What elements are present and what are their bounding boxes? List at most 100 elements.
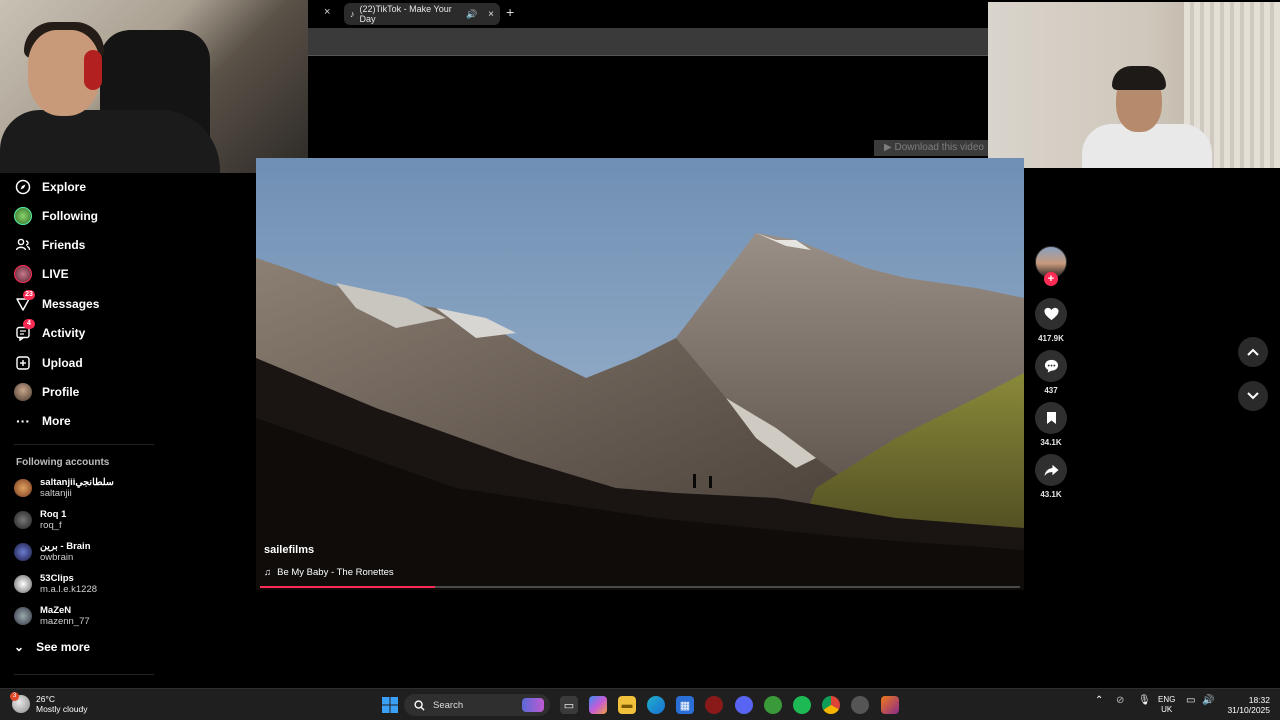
weather-widget[interactable]: 3 26°C Mostly cloudy xyxy=(10,692,88,714)
following-account[interactable]: MaZeN mazenn_77 xyxy=(14,605,90,627)
sidebar-item-label: Friends xyxy=(42,238,86,252)
copilot-icon[interactable] xyxy=(589,696,607,714)
following-account[interactable]: Roq 1 roq_f xyxy=(14,509,66,531)
account-avatar xyxy=(14,511,32,529)
close-previous-tab-icon[interactable]: × xyxy=(324,6,330,18)
account-display-name: Roq 1 xyxy=(40,509,67,520)
account-display-name: 53Clips xyxy=(40,573,74,584)
language-code: ENG xyxy=(1158,695,1176,704)
explore-icon xyxy=(14,178,32,196)
new-tab-button[interactable]: + xyxy=(506,4,514,20)
app-icon[interactable] xyxy=(881,696,899,714)
task-view-icon[interactable]: ▭ xyxy=(560,696,578,714)
clock-date: 31/10/2025 xyxy=(1227,705,1270,715)
account-username: owbrain xyxy=(40,552,74,563)
sidebar-item-label: Upload xyxy=(42,356,83,370)
weather-desc: Mostly cloudy xyxy=(36,704,88,714)
share-button[interactable] xyxy=(1035,454,1067,486)
profile-avatar xyxy=(14,383,32,401)
language-indicator[interactable]: ENG UK xyxy=(1158,695,1175,715)
account-username: m.a.l.e.k1228 xyxy=(40,584,98,595)
screen: × ♪ (22)TikTok - Make Your Day 🔊 × + ▶ D… xyxy=(0,0,1280,720)
close-tab-icon[interactable]: × xyxy=(488,9,494,20)
save-button[interactable] xyxy=(1035,402,1067,434)
next-video-button[interactable] xyxy=(1238,381,1268,411)
discord-icon[interactable] xyxy=(735,696,753,714)
account-avatar xyxy=(14,543,32,561)
comment-button[interactable] xyxy=(1035,350,1067,382)
account-username: mazenn_77 xyxy=(40,616,90,627)
game-app-icon[interactable] xyxy=(705,696,723,714)
cloud-icon: 3 xyxy=(10,692,30,713)
download-video-banner[interactable]: ▶ Download this video xyxy=(874,140,988,156)
settings-gear-icon[interactable] xyxy=(851,696,869,714)
activity-icon: 4 xyxy=(14,319,35,342)
address-bar[interactable] xyxy=(308,28,988,56)
follow-button[interactable]: + xyxy=(1044,272,1058,286)
sidebar-item-friends[interactable]: Friends xyxy=(14,234,85,256)
network-icon[interactable]: ▭ xyxy=(1186,695,1195,706)
sidebar-divider xyxy=(14,674,154,675)
like-button[interactable] xyxy=(1035,298,1067,330)
sidebar-item-live[interactable]: LIVE xyxy=(14,263,69,285)
sidebar-item-profile[interactable]: Profile xyxy=(14,381,79,403)
account-avatar xyxy=(14,575,32,593)
tiktok-tab[interactable]: ♪ (22)TikTok - Make Your Day 🔊 × xyxy=(344,3,500,25)
file-explorer-icon[interactable]: ▬ xyxy=(618,696,636,714)
video-author[interactable]: sailefilms xyxy=(264,544,314,556)
search-icon xyxy=(414,699,425,711)
see-more-button[interactable]: ⌄ See more xyxy=(14,640,90,654)
sidebar-item-messages[interactable]: 23 Messages xyxy=(14,290,100,315)
sidebar-item-activity[interactable]: 4 Activity xyxy=(14,319,85,344)
following-account[interactable]: saltanjiiسلطانجي saltanjii xyxy=(14,477,114,499)
sidebar-item-label: Following xyxy=(42,209,98,223)
edge-icon[interactable] xyxy=(647,696,665,714)
sidebar-item-explore[interactable]: Explore xyxy=(14,176,86,198)
sidebar-item-following[interactable]: Following xyxy=(14,205,98,227)
sidebar-item-label: Profile xyxy=(42,385,80,399)
account-username: saltanjii xyxy=(40,488,72,499)
sidebar-item-more[interactable]: ··· More xyxy=(14,410,71,432)
taskbar-search[interactable]: Search xyxy=(404,694,550,716)
volume-icon[interactable]: 🔊 xyxy=(1202,695,1214,706)
account-display-name: saltanjiiسلطانجي xyxy=(40,477,114,488)
chevron-up-icon xyxy=(1247,348,1259,356)
account-username: roq_f xyxy=(40,520,62,531)
video-progress-bar[interactable] xyxy=(260,586,1020,588)
sidebar-item-label: Messages xyxy=(42,297,100,311)
sidebar-item-upload[interactable]: Upload xyxy=(14,352,83,374)
tray-app-icon[interactable]: ⊘ xyxy=(1116,695,1124,706)
microphone-icon[interactable]: 🎙 xyxy=(1138,695,1151,706)
messages-badge: 23 xyxy=(23,290,35,300)
live-avatar xyxy=(14,265,32,283)
following-account[interactable]: برين - Brain owbrain xyxy=(14,541,91,563)
windows-start-icon[interactable] xyxy=(381,696,399,714)
webcam-overlay-left xyxy=(0,0,308,173)
chrome-icon[interactable] xyxy=(822,696,840,714)
video-player[interactable]: sailefilms ♫ Be My Baby - The Ronettes xyxy=(256,158,1024,590)
store-icon[interactable]: ▦ xyxy=(676,696,694,714)
tiktok-logo-icon: ♪ xyxy=(350,9,355,19)
save-count: 34.1K xyxy=(1040,438,1062,447)
video-frame xyxy=(256,158,1024,590)
upload-icon xyxy=(14,354,32,372)
webcam-overlay-right xyxy=(988,2,1280,168)
spotify-icon[interactable] xyxy=(793,696,811,714)
whatsapp-icon[interactable] xyxy=(764,696,782,714)
account-display-name: MaZeN xyxy=(40,605,72,616)
browser-tabstrip: × ♪ (22)TikTok - Make Your Day 🔊 × + xyxy=(308,0,988,28)
video-progress-fill xyxy=(260,586,435,588)
following-account[interactable]: 53Clips m.a.l.e.k1228 xyxy=(14,573,97,595)
account-avatar xyxy=(14,479,32,497)
tab-audio-icon[interactable]: 🔊 xyxy=(466,9,477,20)
previous-video-button[interactable] xyxy=(1238,337,1268,367)
sidebar-item-label: LIVE xyxy=(42,267,69,281)
tray-overflow-icon[interactable]: ⌃ xyxy=(1095,695,1103,706)
following-accounts-title: Following accounts xyxy=(16,457,110,468)
friends-icon xyxy=(14,236,32,254)
video-music[interactable]: ♫ Be My Baby - The Ronettes xyxy=(264,567,394,578)
taskbar-clock[interactable]: 18:32 31/10/2025 xyxy=(1222,695,1270,715)
sidebar-item-label: More xyxy=(42,414,71,428)
weather-temp: 26°C xyxy=(36,694,55,704)
chevron-down-icon xyxy=(1247,392,1259,400)
